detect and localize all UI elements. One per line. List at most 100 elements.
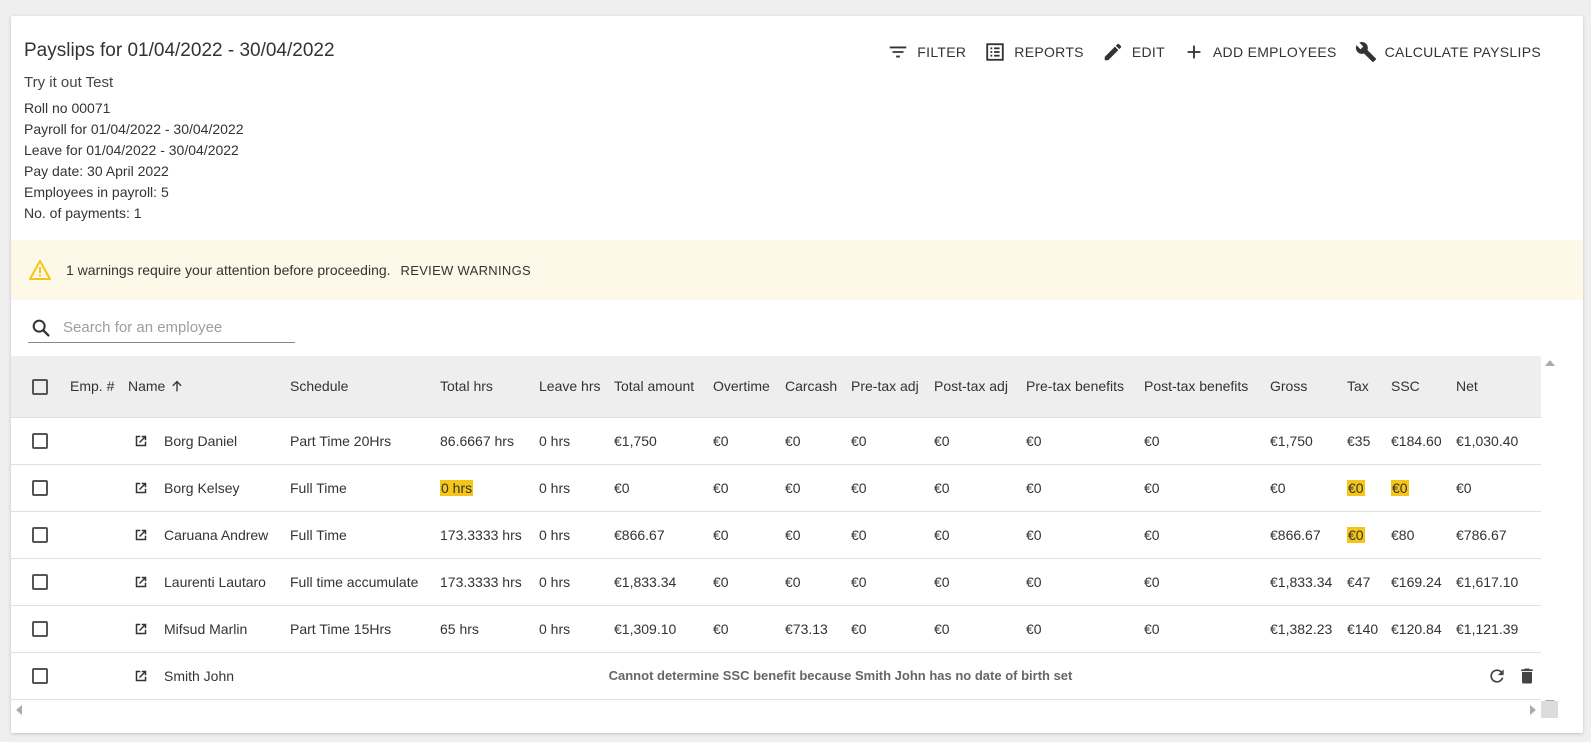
post-tax-benefits: €0 <box>1144 557 1270 605</box>
gross: €1,750 <box>1270 416 1347 464</box>
ssc: €80 <box>1391 510 1456 558</box>
trash-icon[interactable] <box>1517 666 1537 686</box>
row-checkbox[interactable] <box>32 668 48 685</box>
open-in-new-icon[interactable] <box>132 479 150 497</box>
scroll-up-icon[interactable] <box>1545 360 1555 366</box>
gross: €1,833.34 <box>1270 557 1347 605</box>
company-name: Try it out Test <box>24 74 114 91</box>
refresh-icon[interactable] <box>1487 666 1507 686</box>
employee-name: Caruana Andrew <box>164 526 269 543</box>
tax: €35 <box>1347 416 1391 464</box>
overtime: €0 <box>713 463 785 511</box>
roll-number: Roll no 00071 <box>24 100 111 116</box>
col-name[interactable]: Name <box>128 356 290 417</box>
open-in-new-icon[interactable] <box>132 667 150 685</box>
warning-icon <box>29 260 51 280</box>
pre-tax-adj: €0 <box>851 510 934 558</box>
total-hrs: 173.3333 hrs <box>440 510 539 558</box>
total-amount: €866.67 <box>614 510 713 558</box>
pre-tax-adj: €0 <box>851 463 934 511</box>
col-total-amount[interactable]: Total amount <box>614 356 713 417</box>
employee-search <box>28 313 295 343</box>
schedule: Full Time <box>290 463 440 511</box>
col-schedule[interactable]: Schedule <box>290 356 440 417</box>
pre-tax-benefits: €0 <box>1026 463 1144 511</box>
edit-label: EDIT <box>1131 44 1165 60</box>
open-in-new-icon[interactable] <box>132 573 150 591</box>
col-leave-hrs[interactable]: Leave hrs <box>539 356 614 417</box>
leave-period: Leave for 01/04/2022 - 30/04/2022 <box>24 142 239 158</box>
leave-hrs: 0 hrs <box>539 557 614 605</box>
row-checkbox[interactable] <box>32 621 48 638</box>
calculate-payslips-button[interactable]: CALCULATE PAYSLIPS <box>1346 41 1550 63</box>
open-in-new-icon[interactable] <box>132 432 150 450</box>
ssc: €169.24 <box>1391 557 1456 605</box>
col-tax[interactable]: Tax <box>1347 356 1391 417</box>
scroll-left-icon[interactable] <box>16 705 22 715</box>
col-net[interactable]: Net <box>1456 356 1541 417</box>
emp-number <box>70 510 128 558</box>
total-amount: €1,833.34 <box>614 557 713 605</box>
employee-name: Borg Kelsey <box>164 479 240 496</box>
emp-number <box>70 604 128 652</box>
overtime: €0 <box>713 604 785 652</box>
carcash: €0 <box>785 463 851 511</box>
row-checkbox[interactable] <box>32 527 48 544</box>
warning-text: 1 warnings require your attention before… <box>66 262 391 278</box>
row-checkbox[interactable] <box>32 574 48 591</box>
post-tax-benefits: €0 <box>1144 463 1270 511</box>
total-hrs: 86.6667 hrs <box>440 416 539 464</box>
scroll-right-icon[interactable] <box>1530 705 1536 715</box>
col-carcash[interactable]: Carcash <box>785 356 851 417</box>
col-overtime[interactable]: Overtime <box>713 356 785 417</box>
col-pre-tax-adj[interactable]: Pre-tax adj <box>851 356 934 417</box>
table-row: Borg Kelsey Full Time 0 hrs 0 hrs €0 €0 … <box>11 463 1541 511</box>
post-tax-benefits: €0 <box>1144 604 1270 652</box>
carcash: €0 <box>785 510 851 558</box>
add-employees-button[interactable]: ADD EMPLOYEES <box>1174 41 1346 63</box>
reports-label: REPORTS <box>1014 44 1084 60</box>
col-post-tax-adj[interactable]: Post-tax adj <box>934 356 1026 417</box>
open-in-new-icon[interactable] <box>132 620 150 638</box>
filter-label: FILTER <box>917 44 967 60</box>
post-tax-adj: €0 <box>934 604 1026 652</box>
col-gross[interactable]: Gross <box>1270 356 1347 417</box>
post-tax-adj: €0 <box>934 557 1026 605</box>
open-in-new-icon[interactable] <box>132 526 150 544</box>
col-pre-tax-benefits[interactable]: Pre-tax benefits <box>1026 356 1144 417</box>
payslips-table: Emp. # Name Schedule Total hrs Leave hrs… <box>11 356 1541 700</box>
col-ssc[interactable]: SSC <box>1391 356 1456 417</box>
select-all-checkbox[interactable] <box>32 378 48 395</box>
carcash: €73.13 <box>785 604 851 652</box>
ssc-warning-highlight: €0 <box>1391 479 1409 496</box>
col-name-label: Name <box>128 378 166 395</box>
col-emp-number[interactable]: Emp. # <box>70 356 128 417</box>
schedule: Part Time 15Hrs <box>290 604 440 652</box>
employee-name: Laurenti Lautaro <box>164 573 266 590</box>
search-icon <box>32 319 50 337</box>
net: €786.67 <box>1456 510 1541 558</box>
post-tax-benefits: €0 <box>1144 416 1270 464</box>
total-amount: €1,750 <box>614 416 713 464</box>
pay-date: Pay date: 30 April 2022 <box>24 163 169 179</box>
gross: €866.67 <box>1270 510 1347 558</box>
plus-icon <box>1187 45 1201 59</box>
scrollbar-corner <box>1541 701 1558 718</box>
pre-tax-benefits: €0 <box>1026 416 1144 464</box>
edit-button[interactable]: EDIT <box>1093 41 1174 63</box>
payslips-card: Payslips for 01/04/2022 - 30/04/2022 FIL… <box>11 16 1583 733</box>
warning-banner: 1 warnings require your attention before… <box>11 240 1583 300</box>
table-row: Caruana Andrew Full Time 173.3333 hrs 0 … <box>11 510 1541 558</box>
post-tax-adj: €0 <box>934 463 1026 511</box>
row-checkbox[interactable] <box>32 433 48 450</box>
col-total-hrs[interactable]: Total hrs <box>440 356 539 417</box>
row-checkbox[interactable] <box>32 480 48 497</box>
filter-button[interactable]: FILTER <box>878 41 975 63</box>
leave-hrs: 0 hrs <box>539 604 614 652</box>
reports-button[interactable]: REPORTS <box>975 41 1093 63</box>
col-post-tax-benefits[interactable]: Post-tax benefits <box>1144 356 1270 417</box>
search-input[interactable] <box>61 318 281 337</box>
review-warnings-button[interactable]: REVIEW WARNINGS <box>401 263 531 278</box>
horizontal-scrollbar[interactable] <box>11 701 1541 718</box>
vertical-scrollbar[interactable] <box>1541 356 1558 710</box>
